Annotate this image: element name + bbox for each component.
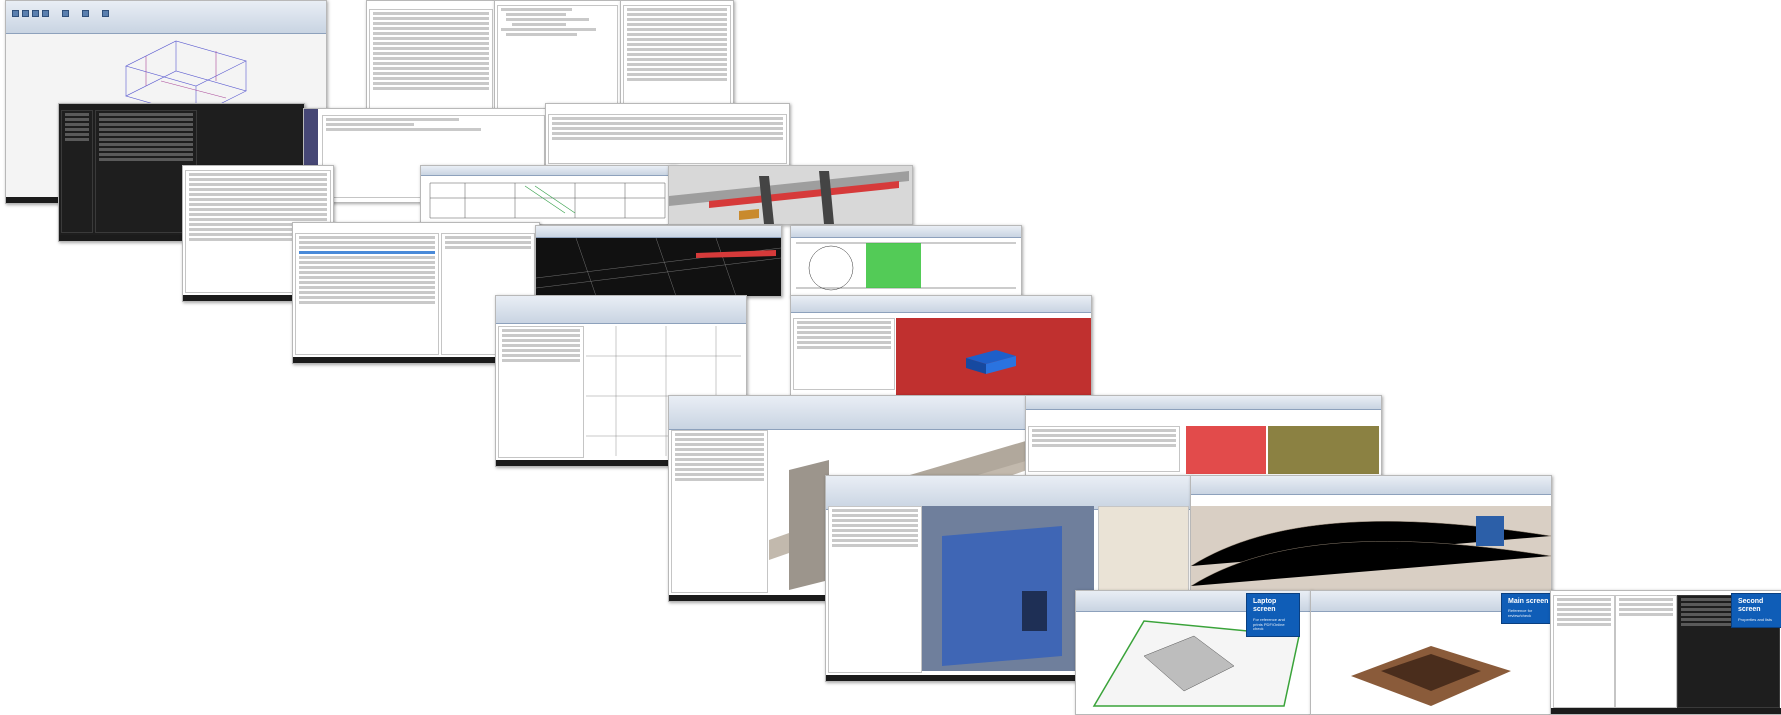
badge-title: Laptop screen (1253, 598, 1277, 614)
second-screen-badge: Second screen Properties and lists (1731, 593, 1781, 628)
ribbon[interactable] (536, 226, 781, 239)
badge-desc: For reference and prints PDF/Online chec… (1253, 616, 1285, 632)
navisworks-window (535, 225, 782, 297)
properties-panel[interactable] (671, 430, 768, 593)
ribbon[interactable] (496, 296, 746, 325)
project-browser-tree[interactable] (497, 5, 618, 109)
second-screen-window: Second screen Properties and lists (1550, 590, 1781, 715)
badge-desc: Reference for review/check (1508, 608, 1533, 619)
schedule-window (620, 0, 734, 112)
file-list[interactable] (548, 114, 787, 164)
badge-title: Main screen (1508, 598, 1549, 605)
red-3d-window (790, 295, 1092, 397)
main-screen-window: Main screen Reference for review/check (1310, 590, 1552, 715)
properties-window (366, 0, 496, 112)
olive-floor-view[interactable] (1268, 426, 1379, 474)
ribbon[interactable] (826, 476, 1191, 510)
taskbar[interactable] (1551, 708, 1781, 714)
ribbon[interactable] (669, 396, 1029, 430)
properties-panel[interactable] (369, 9, 493, 109)
badge-desc: Properties and lists (1738, 616, 1773, 622)
laptop-screen-window: Laptop screen For reference and prints P… (1075, 590, 1312, 715)
green-plan-window (790, 225, 1022, 297)
ceiling-plan-view[interactable] (1191, 506, 1551, 591)
badge-title: Second screen (1738, 598, 1764, 614)
properties-panel[interactable] (498, 326, 584, 458)
ceiling-window (1190, 475, 1552, 592)
ribbon[interactable] (1026, 396, 1381, 410)
main-screen-badge: Main screen Reference for review/check (1501, 593, 1551, 624)
green-plan-view[interactable] (791, 238, 1021, 296)
duct-model-view[interactable] (669, 166, 912, 224)
plan-view-window (420, 165, 677, 225)
ribbon[interactable] (791, 296, 1091, 313)
schedule-grid[interactable] (295, 233, 439, 355)
schedule-table[interactable] (623, 5, 731, 109)
schedule-grid[interactable] (793, 318, 895, 390)
properties-panel[interactable] (828, 506, 922, 673)
ribbon[interactable] (6, 1, 326, 35)
ribbon[interactable] (791, 226, 1021, 239)
dark-model-view[interactable] (536, 238, 781, 296)
render-window (1025, 395, 1382, 477)
dark-sidebar[interactable] (61, 110, 93, 233)
building-3d-view[interactable] (1341, 616, 1521, 711)
ribbon[interactable] (421, 166, 676, 177)
schedule-grid[interactable] (1028, 426, 1180, 472)
project-browser-window (494, 0, 621, 112)
laptop-screen-badge: Laptop screen For reference and prints P… (1246, 593, 1300, 638)
blue-interior-view[interactable] (922, 506, 1094, 671)
floor-plan-view[interactable] (425, 178, 670, 222)
properties-panel[interactable] (1553, 595, 1615, 708)
file-explorer-window (545, 103, 790, 167)
ribbon[interactable] (1191, 476, 1551, 496)
duct-3d-window (668, 165, 913, 225)
red-model-view[interactable] (896, 318, 1091, 396)
red-wall-view[interactable] (1186, 426, 1266, 474)
project-browser-tree[interactable] (1615, 595, 1677, 708)
